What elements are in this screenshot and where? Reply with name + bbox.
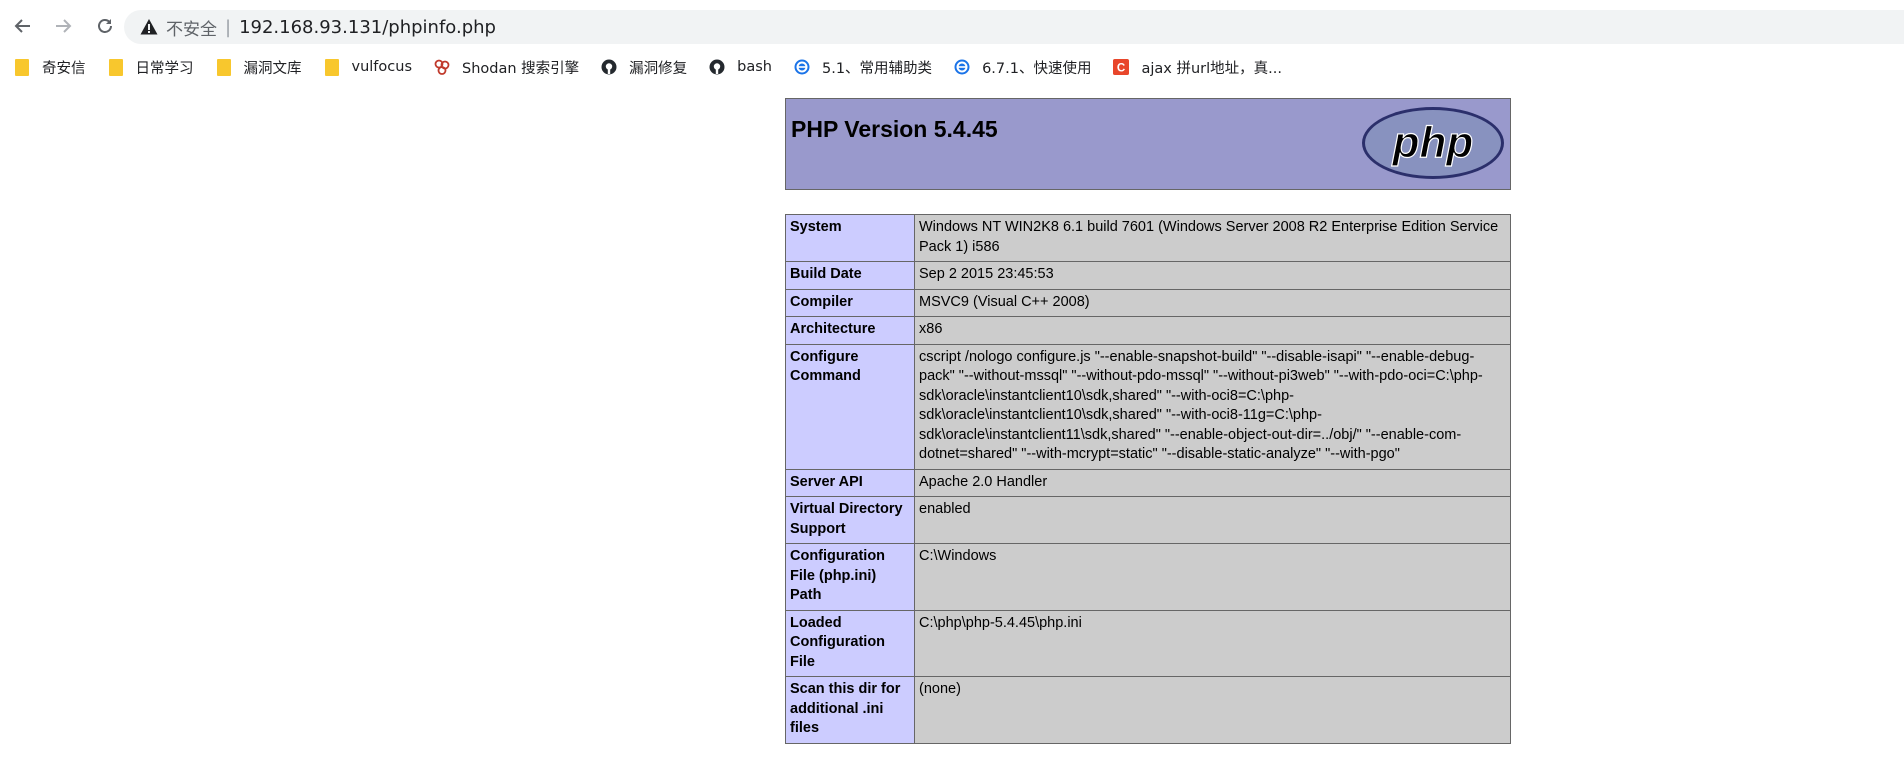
row-value: Apache 2.0 Handler — [914, 468, 1511, 497]
table-row: Loaded Configuration File C:\php\php-5.4… — [785, 609, 1511, 677]
arrow-right-icon[interactable] — [48, 11, 78, 41]
bookmark-label: bash — [737, 59, 772, 75]
url-text[interactable]: 192.168.93.131/phpinfo.php — [239, 17, 496, 38]
row-value: C:\php\php-5.4.45\php.ini — [914, 609, 1511, 677]
bookmarks-bar: 奇安信 日常学习 漏洞文库 vulfocus Shodan 搜索引擎 漏洞修复 … — [0, 52, 1904, 82]
row-key: Configuration File (php.ini) Path — [785, 543, 915, 611]
reload-icon[interactable] — [90, 11, 120, 41]
table-row: Architecture x86 — [785, 316, 1511, 345]
phpinfo-container: PHP Version 5.4.45 php System Windows NT… — [785, 98, 1511, 744]
row-key: Compiler — [785, 288, 915, 317]
svg-text:C: C — [1117, 62, 1126, 74]
row-key: System — [785, 214, 915, 262]
address-bar[interactable]: 不安全 | 192.168.93.131/phpinfo.php — [124, 10, 1904, 44]
page-title: PHP Version 5.4.45 — [791, 116, 998, 142]
github-icon — [709, 59, 725, 75]
security-label[interactable]: 不安全 — [166, 15, 217, 40]
row-value: (none) — [914, 676, 1511, 744]
php-logo-icon[interactable]: php — [1360, 105, 1506, 181]
table-row: Server API Apache 2.0 Handler — [785, 468, 1511, 497]
phpinfo-table: System Windows NT WIN2K8 6.1 build 7601 … — [785, 214, 1511, 744]
row-value: Windows NT WIN2K8 6.1 build 7601 (Window… — [914, 214, 1511, 262]
bookmark-shodan[interactable]: Shodan 搜索引擎 — [434, 57, 579, 78]
blue-e-icon — [954, 59, 970, 75]
row-key: Loaded Configuration File — [785, 609, 915, 677]
bookmark-folder-vulfocus[interactable]: vulfocus — [324, 58, 413, 76]
folder-icon — [108, 58, 124, 76]
row-key: Scan this dir for additional .ini files — [785, 676, 915, 744]
bookmark-label: 日常学习 — [135, 60, 194, 77]
row-value: Sep 2 2015 23:45:53 — [914, 261, 1511, 290]
bookmark-label: Shodan 搜索引擎 — [462, 60, 580, 77]
row-value: enabled — [914, 496, 1511, 544]
bookmark-label: 5.1、常用辅助类 — [822, 60, 933, 77]
warning-triangle-icon[interactable] — [140, 18, 158, 36]
row-key: Server API — [785, 468, 915, 497]
shodan-icon — [434, 59, 450, 75]
bookmark-label: 漏洞文库 — [243, 60, 302, 77]
row-value: x86 — [914, 316, 1511, 345]
github-icon — [601, 59, 617, 75]
browser-toolbar: 不安全 | 192.168.93.131/phpinfo.php — [0, 0, 1904, 52]
table-row: Configure Command cscript /nologo config… — [785, 343, 1511, 470]
folder-icon — [216, 58, 232, 76]
folder-icon — [14, 58, 30, 76]
bookmark-folder-vuln-library[interactable]: 漏洞文库 — [216, 57, 302, 78]
table-row: Scan this dir for additional .ini files … — [785, 676, 1511, 744]
csdn-icon: C — [1113, 59, 1130, 75]
bookmark-label: ajax 拼url地址，真... — [1141, 60, 1282, 77]
table-row: System Windows NT WIN2K8 6.1 build 7601 … — [785, 214, 1511, 262]
table-row: Virtual Directory Support enabled — [785, 496, 1511, 544]
arrow-left-icon[interactable] — [8, 11, 38, 41]
page-viewport: PHP Version 5.4.45 php System Windows NT… — [0, 92, 1904, 771]
bookmark-ajax-url[interactable]: C ajax 拼url地址，真... — [1113, 57, 1282, 78]
row-key: Configure Command — [785, 343, 915, 470]
blue-e-icon — [794, 59, 810, 75]
bookmark-label: 漏洞修复 — [629, 60, 688, 77]
row-key: Architecture — [785, 316, 915, 345]
bookmark-folder-qianxin[interactable]: 奇安信 — [14, 57, 86, 78]
bookmark-folder-daily-study[interactable]: 日常学习 — [108, 57, 194, 78]
row-key: Build Date — [785, 261, 915, 290]
row-value: cscript /nologo configure.js "--enable-s… — [914, 343, 1511, 470]
address-separator: | — [225, 16, 232, 38]
bookmark-label: 奇安信 — [42, 60, 86, 77]
row-key: Virtual Directory Support — [785, 496, 915, 544]
folder-icon — [324, 58, 340, 76]
bookmark-helper-classes[interactable]: 5.1、常用辅助类 — [794, 57, 932, 78]
bookmark-bash[interactable]: bash — [709, 59, 772, 75]
row-value: C:\Windows — [914, 543, 1511, 611]
table-row: Build Date Sep 2 2015 23:45:53 — [785, 261, 1511, 290]
bookmark-label: 6.7.1、快速使用 — [982, 60, 1092, 77]
bookmark-label: vulfocus — [351, 59, 413, 75]
table-row: Configuration File (php.ini) Path C:\Win… — [785, 543, 1511, 611]
phpinfo-header: PHP Version 5.4.45 php — [785, 98, 1511, 190]
bookmark-vuln-fix[interactable]: 漏洞修复 — [601, 57, 687, 78]
row-value: MSVC9 (Visual C++ 2008) — [914, 288, 1511, 317]
bookmark-quick-start[interactable]: 6.7.1、快速使用 — [954, 57, 1091, 78]
table-row: Compiler MSVC9 (Visual C++ 2008) — [785, 288, 1511, 317]
php-logo-text: php — [1392, 118, 1474, 167]
